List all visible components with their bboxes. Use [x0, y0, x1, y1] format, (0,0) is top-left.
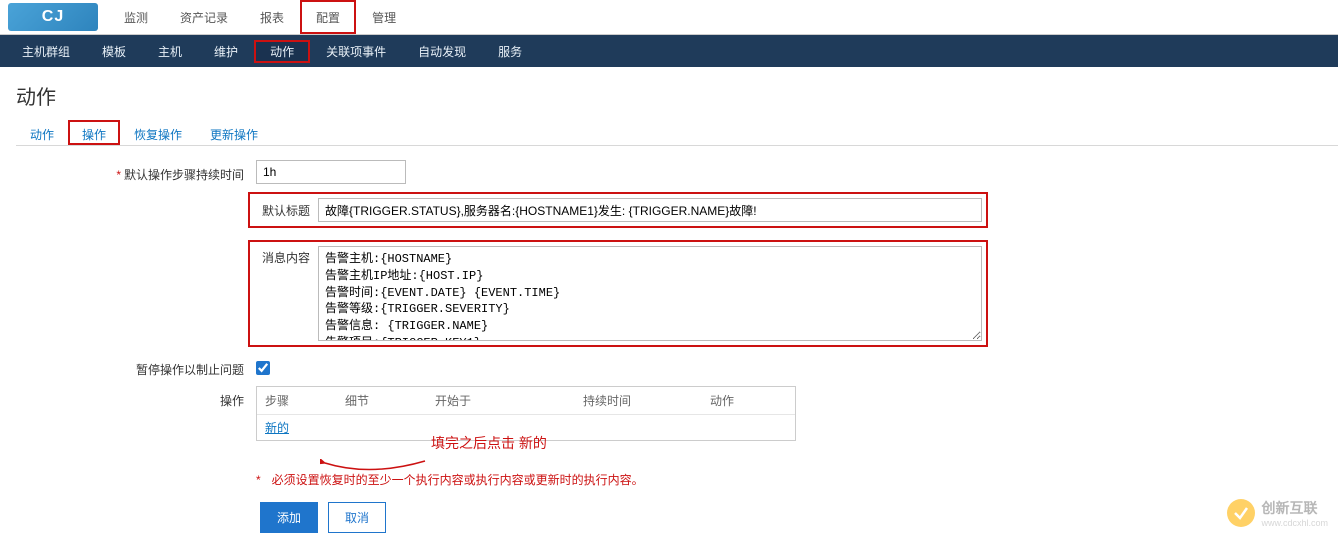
page-title: 动作: [0, 67, 1338, 120]
subnav-actions[interactable]: 动作: [254, 40, 310, 63]
row-duration: *默认操作步骤持续时间: [16, 160, 1322, 184]
row-pause: 暂停操作以制止问题: [16, 355, 1322, 378]
buttons: 添加 取消: [260, 502, 1322, 533]
tab-recovery[interactable]: 恢复操作: [120, 120, 196, 145]
sub-bar: 主机群组 模板 主机 维护 动作 关联项事件 自动发现 服务: [0, 35, 1338, 67]
tab-operations[interactable]: 操作: [68, 120, 120, 145]
col-duration: 持续时间: [547, 387, 667, 414]
top-nav-configuration[interactable]: 配置: [300, 0, 356, 34]
subnav-correlation[interactable]: 关联项事件: [310, 40, 402, 63]
form-area: *默认操作步骤持续时间 默认标题 消息内容 暂停操作以制止问题 操作 步骤 细节…: [0, 146, 1338, 547]
label-content: 消息内容: [254, 246, 318, 266]
top-nav-reports[interactable]: 报表: [244, 0, 300, 34]
row-operations: 操作 步骤 细节 开始于 持续时间 动作 新的: [16, 386, 1322, 441]
input-duration[interactable]: [256, 160, 406, 184]
watermark-icon: [1227, 499, 1255, 527]
row-title: 默认标题: [16, 192, 1322, 228]
cancel-button[interactable]: 取消: [328, 502, 386, 533]
tab-update[interactable]: 更新操作: [196, 120, 272, 145]
subnav-hostgroups[interactable]: 主机群组: [6, 40, 86, 63]
subnav-hosts[interactable]: 主机: [142, 40, 198, 63]
col-step: 步骤: [257, 387, 337, 414]
subnav-templates[interactable]: 模板: [86, 40, 142, 63]
col-start: 开始于: [427, 387, 547, 414]
top-nav-monitoring[interactable]: 监测: [108, 0, 164, 34]
ops-header: 步骤 细节 开始于 持续时间 动作: [257, 387, 795, 415]
label-title: 默认标题: [254, 202, 318, 219]
watermark: 创新互联 www.cdcxhl.com: [1227, 498, 1328, 528]
input-title[interactable]: [318, 198, 982, 222]
col-detail: 细节: [337, 387, 427, 414]
arrow-icon: [320, 459, 430, 479]
top-nav-administration[interactable]: 管理: [356, 0, 412, 34]
new-operation-link[interactable]: 新的: [265, 421, 289, 435]
subnav-maintenance[interactable]: 维护: [198, 40, 254, 63]
annotation: 填完之后点击 新的: [256, 449, 1322, 471]
top-bar: CJ 监测 资产记录 报表 配置 管理: [0, 0, 1338, 35]
subnav-discovery[interactable]: 自动发现: [402, 40, 482, 63]
logo: CJ: [8, 3, 98, 31]
col-action: 动作: [667, 387, 777, 414]
watermark-sub: www.cdcxhl.com: [1261, 518, 1328, 528]
row-content: 消息内容: [16, 236, 1322, 347]
tab-action[interactable]: 动作: [16, 120, 68, 145]
label-operations: 操作: [16, 386, 256, 409]
top-nav: 监测 资产记录 报表 配置 管理: [108, 0, 412, 34]
checkbox-pause[interactable]: [256, 361, 270, 375]
label-duration: *默认操作步骤持续时间: [16, 160, 256, 183]
watermark-text: 创新互联: [1261, 500, 1317, 516]
label-pause: 暂停操作以制止问题: [16, 355, 256, 378]
add-button[interactable]: 添加: [260, 502, 318, 533]
top-nav-inventory[interactable]: 资产记录: [164, 0, 244, 34]
title-highlight-box: 默认标题: [248, 192, 988, 228]
subnav-services[interactable]: 服务: [482, 40, 538, 63]
content-highlight-box: 消息内容: [248, 240, 988, 347]
textarea-content[interactable]: [318, 246, 982, 341]
annotation-text: 填完之后点击 新的: [431, 433, 547, 453]
tabs: 动作 操作 恢复操作 更新操作: [16, 120, 1338, 146]
